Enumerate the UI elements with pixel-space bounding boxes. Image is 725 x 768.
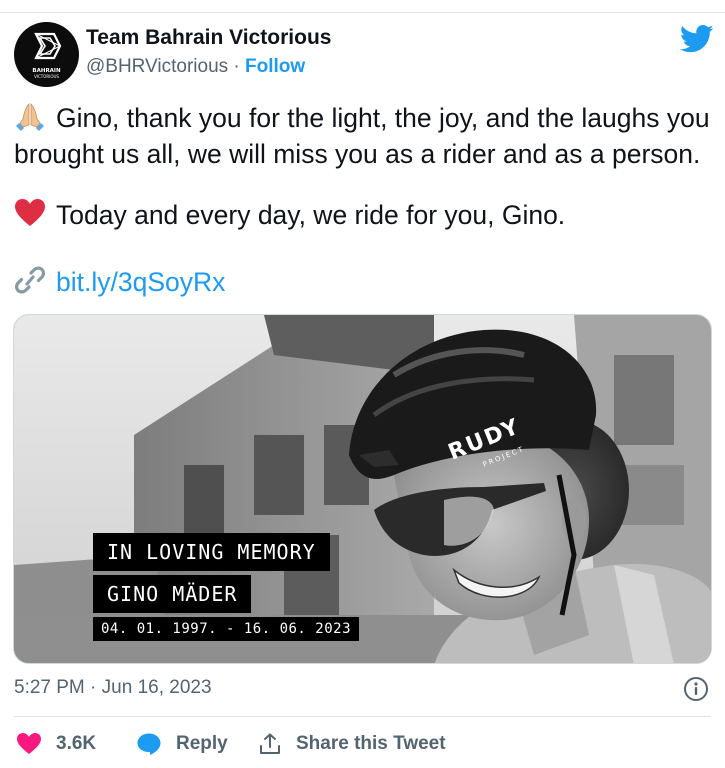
tweet-time: 5:27 PM [14, 677, 85, 698]
link-icon [14, 266, 46, 294]
share-label: Share this Tweet [296, 733, 446, 754]
handle-separator: · [228, 56, 246, 77]
tweet-link[interactable]: bit.ly/3qSoyRx [56, 267, 225, 297]
reply-button[interactable]: Reply [136, 728, 228, 760]
tweet-line-2: brought us all, we will miss you as a ri… [14, 139, 701, 169]
red-heart-emoji [15, 199, 45, 226]
actions-divider [14, 716, 711, 717]
life-dates: 04. 01. 1997. - 16. 06. 2023 [93, 617, 360, 641]
avatar-logo-subtext: VICTORIOUS [34, 74, 59, 79]
tweet-link-line: bit.ly/3qSoyRx [14, 264, 225, 300]
like-button[interactable]: 3.6K [16, 728, 96, 760]
reply-bubble-icon [137, 733, 161, 755]
info-icon[interactable] [683, 676, 709, 702]
tweet-line-3: Today and every day, we ride for you, Gi… [14, 197, 565, 233]
like-count: 3.6K [56, 733, 97, 754]
team-logo-icon: BAHRAIN VICTORIOUS [32, 32, 62, 79]
handle-line: @BHRVictorious · Follow [86, 56, 305, 78]
reply-label: Reply [176, 733, 228, 754]
share-icon [260, 733, 280, 754]
tweet-header: BAHRAIN VICTORIOUS Team Bahrain Victorio… [14, 22, 714, 88]
timestamp-separator: · [84, 677, 102, 698]
tweet-media[interactable]: RUDY PROJECT IN LOVING MEMORY GINO MÄDER… [13, 314, 712, 664]
rider-name: GINO MÄDER [93, 575, 252, 613]
heart-icon [17, 733, 41, 754]
twitter-bird-icon[interactable] [680, 24, 714, 54]
tweet-actions: 3.6K Reply Share this Tweet [14, 728, 714, 760]
author-handle[interactable]: @BHRVictorious [86, 56, 228, 77]
tweet-timestamp[interactable]: 5:27 PM · Jun 16, 2023 [14, 677, 212, 699]
follow-button[interactable]: Follow [245, 56, 305, 77]
folded-hands-emoji [16, 103, 44, 131]
author-name[interactable]: Team Bahrain Victorious [86, 26, 331, 50]
tweet-line-1: Gino, thank you for the light, the joy, … [14, 100, 710, 136]
tweet-line-3-text: Today and every day, we ride for you, Gi… [56, 200, 566, 230]
tweet-line-1-text: Gino, thank you for the light, the joy, … [56, 103, 710, 133]
avatar[interactable]: BAHRAIN VICTORIOUS [14, 22, 79, 87]
share-button[interactable]: Share this Tweet [258, 728, 446, 760]
memory-title: IN LOVING MEMORY [93, 533, 330, 571]
top-divider [0, 12, 725, 13]
tweet-date: Jun 16, 2023 [101, 677, 212, 698]
